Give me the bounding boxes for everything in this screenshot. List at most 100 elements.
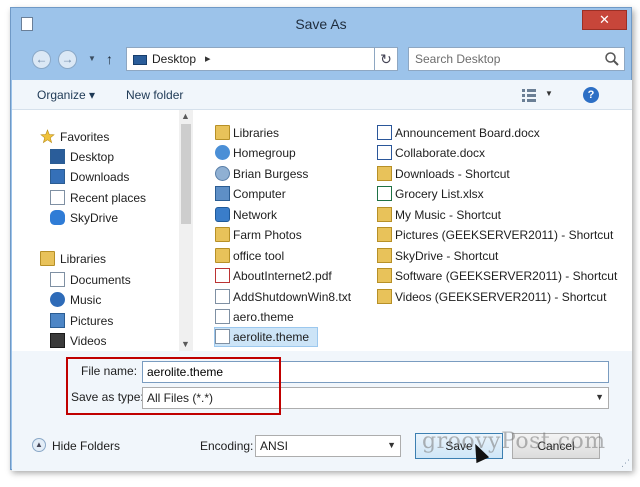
command-toolbar: Organize ▾ New folder ▼ ?	[12, 80, 632, 110]
shortcut-icon	[377, 248, 392, 263]
help-icon[interactable]: ?	[583, 87, 599, 103]
word-file-icon	[377, 145, 392, 160]
theme-file-icon	[215, 309, 230, 324]
sidebar-item-label: Music	[70, 293, 102, 307]
file-name: SkyDrive - Shortcut	[395, 249, 499, 263]
encoding-label: Encoding:	[200, 439, 254, 453]
chevron-down-icon[interactable]: ▼	[595, 392, 604, 402]
file-name: Grocery List.xlsx	[395, 187, 484, 201]
address-bar[interactable]: Desktop ▸	[126, 47, 392, 71]
skydrive-cloud-icon	[50, 210, 65, 225]
dialog-title: Save As	[295, 16, 347, 32]
file-name: AddShutdownWin8.txt	[233, 290, 352, 304]
pdf-file-icon	[215, 268, 230, 283]
sidebar-item-label: Documents	[70, 273, 131, 287]
file-name: Pictures (GEEKSERVER2011) - Shortcut	[395, 228, 614, 242]
music-note-icon	[50, 292, 65, 307]
videos-film-icon	[50, 333, 65, 348]
star-icon	[40, 129, 55, 144]
save-as-dialog: Save As ✕ ← → ▼ ↑ Desktop ▸ ↻ Search Des…	[10, 7, 632, 471]
file-name: AboutInternet2.pdf	[233, 269, 332, 283]
theme-file-icon	[215, 329, 230, 344]
file-name: My Music - Shortcut	[395, 208, 502, 222]
homegroup-icon	[215, 145, 230, 160]
search-icon[interactable]	[604, 51, 620, 67]
annotation-highlight-box	[66, 357, 281, 415]
file-name: Homegroup	[233, 146, 296, 160]
desktop-icon	[50, 149, 65, 164]
word-file-icon	[377, 125, 392, 140]
excel-file-icon	[377, 186, 392, 201]
favorites-label: Favorites	[60, 130, 110, 144]
shortcut-icon	[377, 207, 392, 222]
search-box[interactable]: Search Desktop	[408, 47, 625, 71]
recent-places-icon	[50, 190, 65, 205]
shortcut-icon	[377, 166, 392, 181]
up-arrow-icon[interactable]: ↑	[106, 51, 113, 67]
file-list: Libraries Homegroup Brian Burgess Comput…	[193, 110, 632, 351]
folder-icon	[215, 125, 230, 140]
text-file-icon	[215, 289, 230, 304]
browser-area: Favorites Desktop Downloads Recent place…	[12, 110, 632, 351]
shortcut-icon	[377, 289, 392, 304]
organize-button[interactable]: Organize ▾	[37, 88, 95, 102]
sidebar-item-label: SkyDrive	[70, 211, 119, 225]
address-location[interactable]: Desktop	[152, 52, 196, 66]
title-bar[interactable]: Save As ✕	[11, 8, 631, 38]
file-name: aerolite.theme	[233, 330, 310, 344]
new-folder-button[interactable]: New folder	[126, 88, 183, 102]
file-name: Videos (GEEKSERVER2011) - Shortcut	[395, 290, 607, 304]
breadcrumb-chevron-icon[interactable]: ▸	[205, 52, 211, 65]
close-button[interactable]: ✕	[582, 10, 627, 30]
chevron-down-icon[interactable]: ▼	[387, 440, 396, 450]
save-options-panel: File name: Save as type: All Files (*.*)…	[12, 351, 632, 471]
file-name: Downloads - Shortcut	[395, 167, 510, 181]
computer-icon	[215, 186, 230, 201]
sidebar-item-label: Videos	[70, 334, 107, 348]
network-icon	[215, 207, 230, 222]
file-name: aero.theme	[233, 310, 294, 324]
scrollbar-thumb[interactable]	[181, 124, 191, 224]
file-name: Computer	[233, 187, 286, 201]
scroll-up-icon[interactable]: ▲	[181, 111, 190, 121]
list-item-selected[interactable]: aerolite.theme	[214, 327, 318, 347]
shortcut-icon	[377, 227, 392, 242]
watermark-text: groovyPost.com	[422, 429, 606, 454]
downloads-icon	[50, 169, 65, 184]
pictures-icon	[50, 313, 65, 328]
navigation-scrollbar[interactable]: ▲ ▼	[179, 110, 193, 351]
file-name: Collaborate.docx	[395, 146, 486, 160]
file-name: Network	[233, 208, 278, 222]
file-name: Software (GEEKSERVER2011) - Shortcut	[395, 269, 618, 283]
resize-grip-icon[interactable]: ⋰	[621, 458, 630, 469]
folder-icon	[215, 248, 230, 263]
file-name: Farm Photos	[233, 228, 302, 242]
libraries-label: Libraries	[60, 252, 107, 266]
back-arrow-icon[interactable]: ←	[32, 50, 51, 69]
view-options-icon[interactable]	[522, 88, 536, 102]
file-name: Brian Burgess	[233, 167, 309, 181]
shortcut-icon	[377, 268, 392, 283]
view-dropdown-chevron-icon[interactable]: ▼	[545, 89, 553, 98]
refresh-icon[interactable]: ↻	[374, 47, 398, 71]
recent-locations-chevron-icon[interactable]: ▼	[88, 54, 96, 63]
user-folder-icon	[215, 166, 230, 181]
sidebar-item-label: Recent places	[70, 191, 147, 205]
desktop-icon	[133, 55, 147, 65]
sidebar-item-label: Downloads	[70, 170, 130, 184]
forward-arrow-icon[interactable]: →	[58, 50, 77, 69]
chevron-up-icon: ▲	[32, 438, 46, 452]
documents-icon	[50, 272, 65, 287]
sidebar-item-label: Desktop	[70, 150, 115, 164]
navigation-pane: Favorites Desktop Downloads Recent place…	[12, 110, 193, 351]
folder-icon	[215, 227, 230, 242]
scroll-down-icon[interactable]: ▼	[181, 339, 190, 349]
libraries-icon	[40, 251, 55, 266]
hide-folders-label: Hide Folders	[52, 439, 121, 453]
encoding-select[interactable]: ANSI ▼	[255, 435, 401, 457]
encoding-value: ANSI	[260, 439, 289, 453]
search-input[interactable]: Search Desktop	[415, 52, 500, 66]
file-name: Announcement Board.docx	[395, 126, 540, 140]
navigation-bar: ← → ▼ ↑ Desktop ▸ ↻ Search Desktop	[18, 46, 625, 72]
file-name: Libraries	[233, 126, 280, 140]
